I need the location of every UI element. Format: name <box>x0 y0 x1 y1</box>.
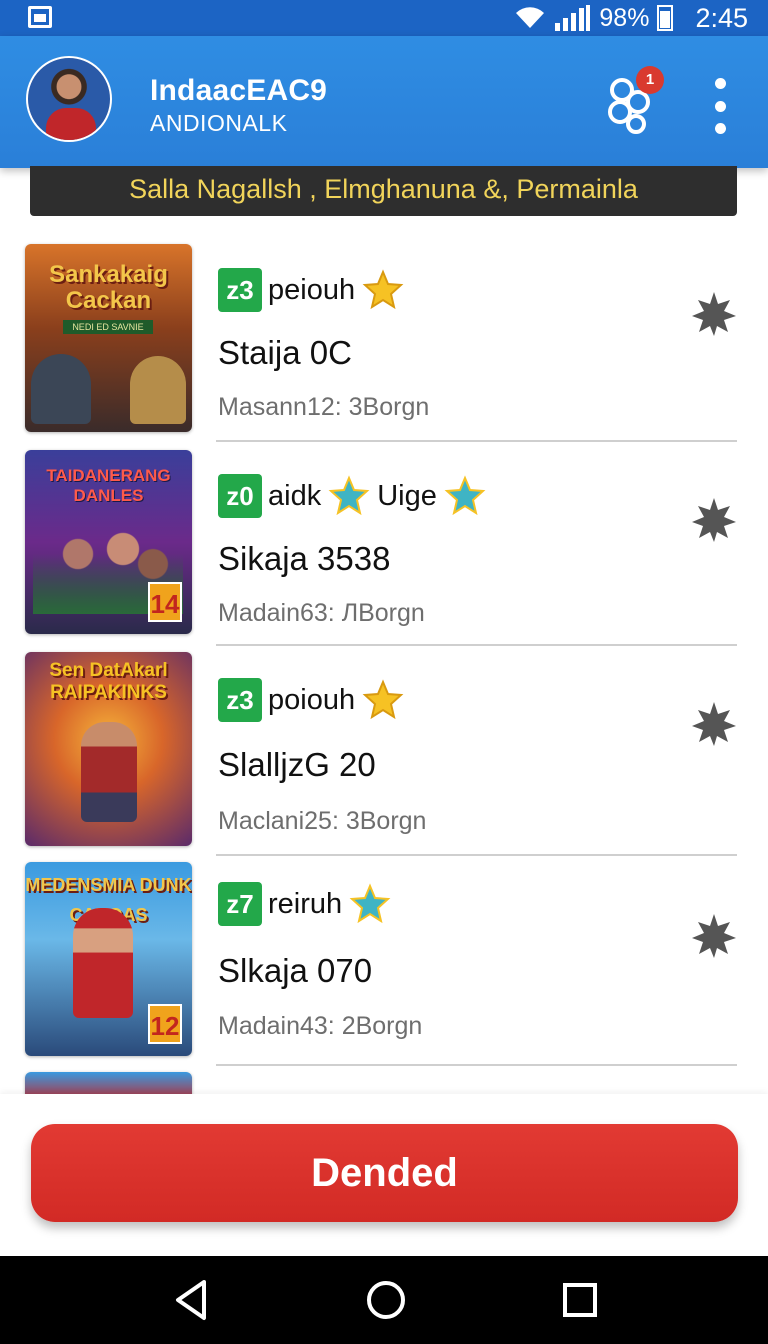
notification-button[interactable]: 1 <box>600 66 664 136</box>
item-title: Slkaja 070 <box>218 952 373 989</box>
thumbnail-title: Sen DatAkarl RAIPAKINKS <box>49 660 168 703</box>
thumbnail-title: TAIDANERANG DANLES <box>46 466 171 505</box>
row-divider <box>216 854 737 856</box>
row-divider <box>216 644 737 646</box>
signal-icon <box>555 5 591 31</box>
wifi-icon <box>516 7 545 29</box>
status-bar: 98% 2:45 <box>0 0 768 36</box>
app-subtitle: ANDIONALK <box>150 110 288 136</box>
item-tags: z3 poiouh <box>218 678 405 722</box>
settings-gear-icon[interactable] <box>690 290 738 338</box>
item-tags: z0 aidk Uige <box>218 474 487 518</box>
row-divider <box>216 440 737 442</box>
primary-action-button[interactable]: Dended <box>31 1124 738 1222</box>
code-badge: z3 <box>218 678 262 722</box>
overflow-menu-button[interactable] <box>704 78 736 134</box>
item-meta: Maclani25: 3Borgn <box>218 807 427 835</box>
thumbnail-badge: 14 <box>148 582 182 622</box>
game-thumbnail[interactable]: Sankakaig Cackan NEDI ED SAVNIE <box>25 244 192 432</box>
game-thumbnail[interactable]: MEDENSMIA DUNK CAKOAS 12 <box>25 862 192 1056</box>
game-thumbnail[interactable]: Sen DatAkarl RAIPAKINKS <box>25 652 192 846</box>
star-teal-icon <box>328 475 370 516</box>
settings-gear-icon[interactable] <box>690 700 738 748</box>
item-meta: Masann12: 3Borgn <box>218 393 430 421</box>
star-teal-icon <box>444 475 486 516</box>
avatar[interactable] <box>26 56 112 142</box>
battery-percent: 98% <box>599 3 650 32</box>
star-icon <box>362 269 404 310</box>
item-meta: Madain43: 2Borgn <box>218 1012 423 1040</box>
game-thumbnail[interactable]: TAIDANERANG DANLES 14 <box>25 450 192 634</box>
item-tag: aidk <box>268 479 322 512</box>
row-divider <box>216 1064 737 1066</box>
item-meta: Madain63: ЛBorgn <box>218 599 425 627</box>
dragon-shape <box>31 354 91 424</box>
dot-icon <box>714 123 726 134</box>
back-icon[interactable] <box>170 1278 214 1322</box>
thumbnail-title: Sankakaig Cackan <box>49 261 168 314</box>
app-title: IndaacEAC9 <box>150 74 328 107</box>
item-tag: poiouh <box>268 683 356 716</box>
star-icon <box>362 679 404 720</box>
player-shape <box>73 908 133 1018</box>
code-badge: z7 <box>218 882 262 926</box>
item-title: Staija 0C <box>218 334 352 371</box>
screenshot-icon <box>28 6 52 28</box>
dot-icon <box>714 100 726 112</box>
battery-icon <box>657 5 674 31</box>
dragon-shape <box>130 356 186 424</box>
star-teal-icon <box>349 883 391 924</box>
home-icon[interactable] <box>364 1278 408 1322</box>
thumbnail-badge: 12 <box>148 1004 182 1044</box>
bottom-action-area: Dended <box>0 1094 768 1256</box>
banner: Salla Nagallsh , Elmghanuna &, Permainla <box>30 166 737 216</box>
hero-shape <box>81 722 137 822</box>
item-title: Sikaja 3538 <box>218 540 391 577</box>
item-tag: peiouh <box>268 273 356 306</box>
item-tag: reiruh <box>268 887 343 920</box>
notification-badge: 1 <box>636 66 664 94</box>
recents-icon[interactable] <box>558 1278 602 1322</box>
system-nav-bar <box>0 1256 768 1344</box>
item-tags: z3 peiouh <box>218 268 405 312</box>
item-title: SlalljzG 20 <box>218 746 376 783</box>
thumbnail-subtitle: NEDI ED SAVNIE <box>63 320 153 334</box>
item-tags: z7 reiruh <box>218 882 392 926</box>
item-tag-secondary: Uige <box>377 479 437 512</box>
settings-gear-icon[interactable] <box>690 912 738 960</box>
app-bar: IndaacEAC9 ANDIONALK 1 <box>0 36 768 168</box>
dot-icon <box>714 78 726 89</box>
code-badge: z0 <box>218 474 262 518</box>
settings-gear-icon[interactable] <box>690 496 738 544</box>
code-badge: z3 <box>218 268 262 312</box>
clock: 2:45 <box>695 2 748 33</box>
